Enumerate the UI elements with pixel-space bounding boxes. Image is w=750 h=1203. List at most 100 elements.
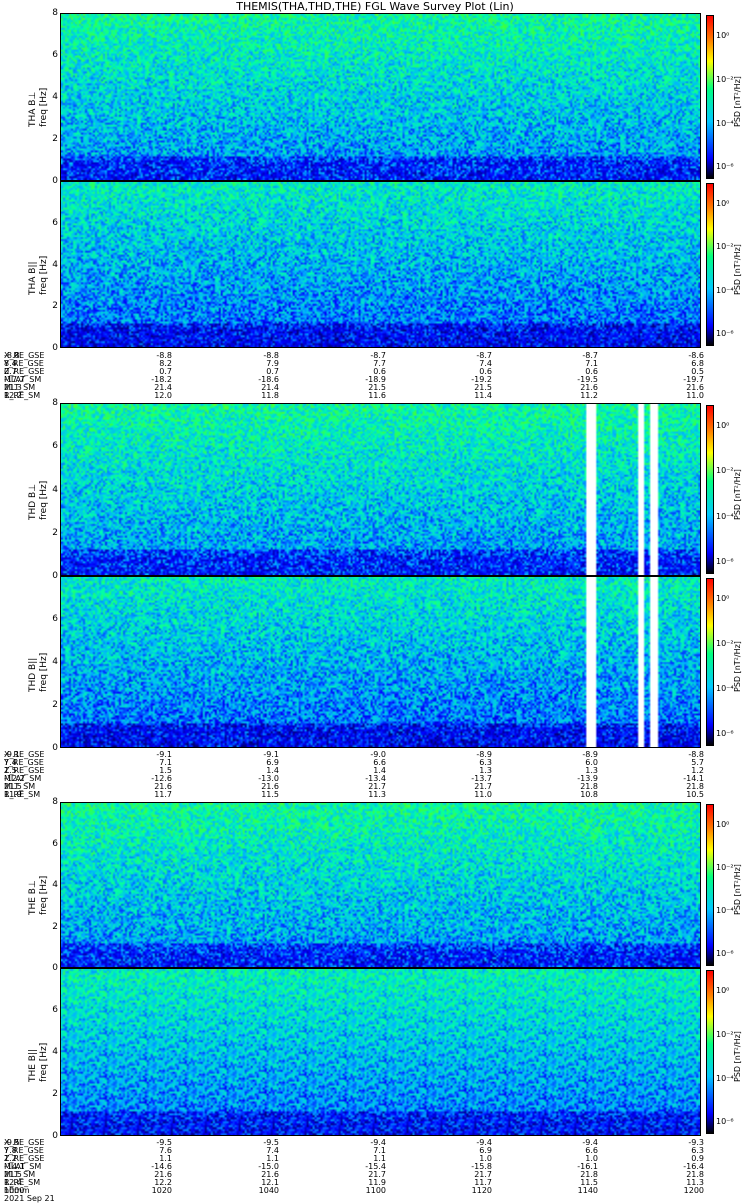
y-axis-label: freq [Hz] xyxy=(39,87,49,127)
colorbar-label: PSD [nT²/Hz] xyxy=(733,468,742,520)
colorbar-tick-label: 10⁻⁴ xyxy=(716,906,734,916)
colorbar-label: PSD [nT²/Hz] xyxy=(733,76,742,127)
eph-value: 1140 xyxy=(577,1186,598,1195)
eph-value: 11.0 xyxy=(474,790,492,799)
colorbar-tick-label: 10⁰ xyxy=(716,820,730,829)
spectrogram-panel-4 xyxy=(60,802,701,968)
y-axis-label: freq [Hz] xyxy=(39,652,49,692)
y-tick-label: 2 xyxy=(52,134,58,144)
colorbar-tick-label: 10⁻² xyxy=(716,863,734,873)
y-axis-label: THD B|| xyxy=(28,657,38,692)
eph-value: 11.4 xyxy=(474,391,492,400)
colorbar-tick-label: 10⁻⁶ xyxy=(716,556,734,566)
y-tick-label: 8 xyxy=(52,8,58,18)
y-tick-label: 2 xyxy=(52,700,58,710)
y-axis-label: THE B|| xyxy=(28,1048,38,1082)
eph-value: 11.3 xyxy=(368,790,386,799)
colorbar-tick-label: 10⁰ xyxy=(716,594,730,603)
colorbar-label: PSD [nT²/Hz] xyxy=(733,243,742,295)
colorbar-label: PSD [nT²/Hz] xyxy=(733,864,742,915)
eph-value: 10.8 xyxy=(580,790,598,799)
y-tick-label: 6 xyxy=(52,614,58,624)
date-label: 2021 Sep 21 xyxy=(4,1194,55,1203)
eph-value: 1020 xyxy=(151,1186,172,1195)
colorbar-label: PSD [nT²/Hz] xyxy=(733,641,742,692)
colorbar xyxy=(706,405,714,574)
colorbar-tick-label: 10⁰ xyxy=(716,986,730,995)
eph-value: 12.0 xyxy=(154,391,172,400)
colorbar-tick-label: 10⁻⁶ xyxy=(716,1117,734,1127)
eph-value: 11.7 xyxy=(154,790,172,799)
spectrogram-image xyxy=(61,969,700,1135)
spectrogram-panel-1 xyxy=(60,181,701,348)
colorbar-tick-label: 10⁻⁶ xyxy=(716,162,734,172)
colorbar-tick-label: 10⁻² xyxy=(716,1029,734,1039)
spectrogram-panel-5 xyxy=(60,968,701,1136)
colorbar-label: PSD [nT²/Hz] xyxy=(733,1031,742,1082)
colorbar-tick-label: 10⁻² xyxy=(716,466,734,476)
colorbar-tick-label: 10⁻² xyxy=(716,639,734,648)
eph-value: 1040 xyxy=(258,1186,279,1195)
y-axis-label: THE B⊥ xyxy=(28,880,38,915)
spectrogram-image xyxy=(61,803,700,967)
y-axis-label: freq [Hz] xyxy=(39,255,49,295)
colorbar-tick-label: 10⁻⁴ xyxy=(716,285,734,295)
plot-title: THEMIS(THA,THD,THE) FGL Wave Survey Plot… xyxy=(236,0,514,13)
y-axis-label: THA B⊥ xyxy=(28,91,38,127)
eph-value: 11.0 xyxy=(686,391,704,400)
colorbar xyxy=(706,578,714,746)
colorbar-tick-label: 10⁰ xyxy=(716,199,730,208)
eph-value: 11.6 xyxy=(368,391,386,400)
eph-value: 11.9 xyxy=(4,790,22,799)
spectrogram-panel-0 xyxy=(60,13,701,181)
colorbar-tick-label: 10⁻² xyxy=(716,242,734,252)
spectrogram-image xyxy=(61,14,700,180)
colorbar-tick-label: 10⁻⁶ xyxy=(716,949,734,959)
spectrogram-image xyxy=(61,182,700,347)
y-axis-label: freq [Hz] xyxy=(39,480,49,520)
y-axis-label: freq [Hz] xyxy=(39,1042,49,1082)
colorbar-tick-label: 10⁻² xyxy=(716,74,734,84)
y-axis-label: freq [Hz] xyxy=(39,875,49,915)
eph-value: 1100 xyxy=(365,1186,386,1195)
y-tick-label: 2 xyxy=(52,301,58,312)
colorbar-tick-label: 10⁻⁴ xyxy=(716,511,734,521)
eph-value: 11.2 xyxy=(580,391,598,400)
spectrogram-panel-2 xyxy=(60,403,701,576)
ephemeris-thd: X_RE_GSE -9.1 -9.1 -9.1 -9.0 -8.9 -8.9 -8.8 Y_RE… xyxy=(4,750,704,799)
y-tick-label: 2 xyxy=(52,527,58,538)
colorbar xyxy=(706,970,714,1134)
y-axis-label: THA B|| xyxy=(28,260,38,295)
y-tick-label: 6 xyxy=(52,217,58,228)
y-tick-label: 2 xyxy=(52,921,58,932)
eph-value: 11.5 xyxy=(261,790,279,799)
eph-value: 11.8 xyxy=(261,391,279,400)
colorbar xyxy=(706,183,714,346)
y-tick-label: 0 xyxy=(52,963,58,973)
y-tick-label: 6 xyxy=(52,838,58,849)
colorbar-tick-label: 10⁻⁴ xyxy=(716,684,734,693)
colorbar-tick-label: 10⁻⁴ xyxy=(716,118,734,128)
spectrogram-image xyxy=(61,577,700,747)
colorbar-tick-label: 10⁰ xyxy=(716,31,730,40)
eph-value: 12.2 xyxy=(4,391,22,400)
colorbar-tick-label: 10⁻⁶ xyxy=(716,729,734,738)
spectrogram-image xyxy=(61,404,700,575)
y-tick-label: 0 xyxy=(52,176,58,186)
colorbar-tick-label: 10⁰ xyxy=(716,421,730,430)
eph-value: 1200 xyxy=(683,1186,704,1195)
ephemeris-tha: X_RE_GSE -8.8 -8.8 -8.8 -8.7 -8.7 -8.7 -8.6 Y_RE… xyxy=(4,351,704,400)
colorbar-tick-label: 10⁻⁴ xyxy=(716,1073,734,1083)
eph-value: 1120 xyxy=(471,1186,492,1195)
y-tick-label: 2 xyxy=(52,1089,58,1099)
spectrogram-panel-3 xyxy=(60,576,701,748)
colorbar xyxy=(706,804,714,966)
y-tick-label: 6 xyxy=(52,50,58,60)
ephemeris-the: X_RE_GSE -9.5 -9.5 -9.5 -9.4 -9.4 -9.4 -9.3 Y_RE… xyxy=(4,1138,704,1203)
colorbar xyxy=(706,15,714,179)
colorbar-tick-label: 10⁻⁶ xyxy=(716,329,734,339)
y-axis-label: THD B⊥ xyxy=(28,483,38,520)
y-tick-label: 0 xyxy=(52,571,58,581)
y-tick-label: 6 xyxy=(52,441,58,452)
eph-value: 10.5 xyxy=(686,790,704,799)
